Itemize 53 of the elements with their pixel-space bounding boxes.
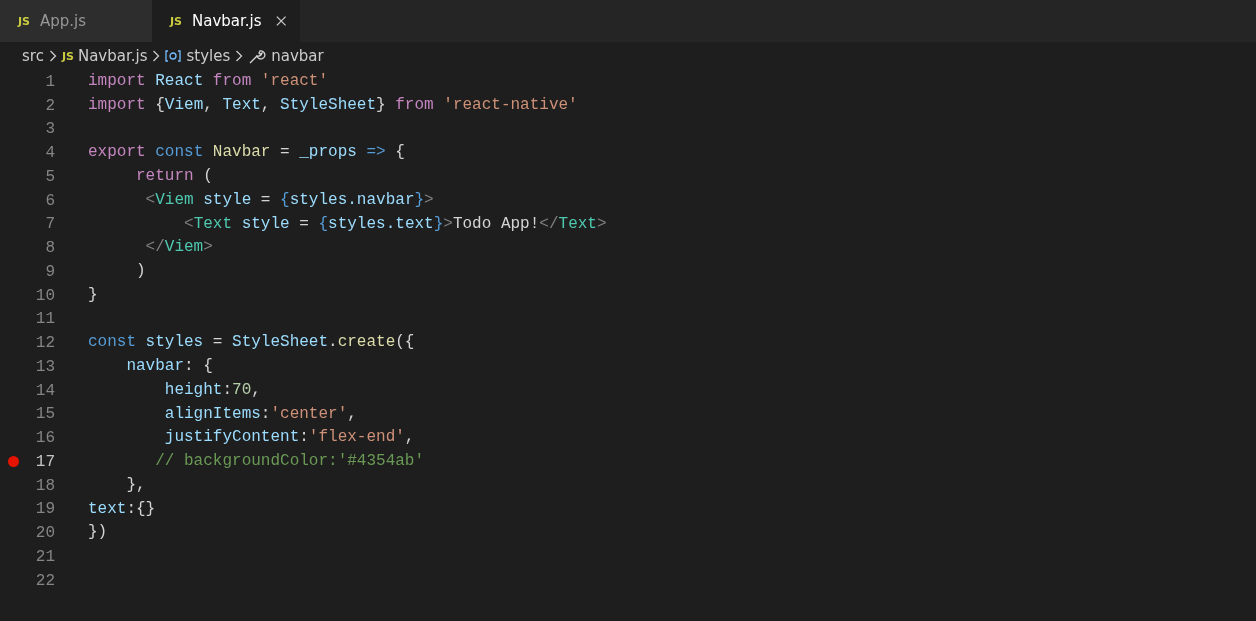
code-line: } (88, 284, 98, 306)
line-number: 2 (44, 96, 55, 115)
breadcrumb-item[interactable]: JS Navbar.js (61, 47, 148, 65)
line-number: 19 (34, 500, 55, 519)
code-line: <Viem style = {styles.navbar}> (144, 189, 434, 211)
line-number: 18 (34, 476, 55, 495)
line-number: 21 (34, 547, 55, 566)
line-number: 5 (44, 167, 55, 186)
wrench-icon (248, 47, 267, 65)
code-line: import React from 'react' (88, 71, 329, 92)
line-number: 1 (44, 72, 55, 91)
close-icon[interactable] (275, 15, 286, 27)
code-line: return ( (135, 166, 213, 187)
line-number: 10 (34, 286, 55, 305)
line-number: 14 (34, 381, 55, 400)
line-number: 3 (44, 120, 55, 139)
line-number: 11 (34, 310, 55, 329)
code-line: ) (135, 261, 146, 282)
code-line: }) (88, 522, 108, 544)
line-number: 4 (44, 144, 55, 163)
line-number: 12 (34, 334, 55, 353)
line-number: 13 (34, 357, 55, 376)
code-line: height:70, (163, 379, 261, 401)
line-number: 20 (34, 524, 55, 543)
line-number: 6 (44, 191, 55, 210)
code-line: alignItems:'center', (163, 403, 357, 425)
chevron-icon (152, 50, 161, 62)
code-line: justifyContent:'flex-end', (163, 427, 415, 449)
line-number: 22 (34, 571, 55, 590)
line-number: 8 (44, 239, 55, 258)
code-line: <Text style = {styles.text}>Todo App!</Text> (183, 213, 607, 235)
variable-icon (165, 49, 182, 63)
breadcrumb-item[interactable]: src (22, 47, 44, 65)
chevron-icon (235, 50, 244, 62)
code-line: import {Viem, Text, StyleSheet} from 'react-native' (88, 94, 578, 116)
breadcrumb-item[interactable]: navbar (271, 47, 324, 65)
breadcrumb-item[interactable]: styles (186, 47, 231, 65)
line-number: 15 (34, 405, 55, 424)
code-line: text:{} (88, 498, 156, 520)
code-line: navbar: { (125, 356, 213, 377)
editor-tab[interactable]: JS Navbar.js (152, 0, 300, 42)
line-number: 7 (44, 215, 55, 234)
code-line: const styles = StyleSheet.create({ (88, 332, 415, 354)
code-line: }, (125, 474, 146, 496)
editor-tab[interactable]: JS App.js (0, 0, 152, 42)
chevron-icon (48, 50, 57, 62)
line-number: 17 (34, 452, 55, 471)
code-line: export const Navbar = _props => { (88, 142, 405, 164)
line-number: 9 (44, 262, 55, 281)
line-number: 16 (34, 429, 55, 448)
code-line: </Viem> (144, 237, 213, 259)
code-line: // backgroundColor:'#4354ab' (154, 451, 425, 472)
breakpoint-icon[interactable] (7, 456, 19, 468)
